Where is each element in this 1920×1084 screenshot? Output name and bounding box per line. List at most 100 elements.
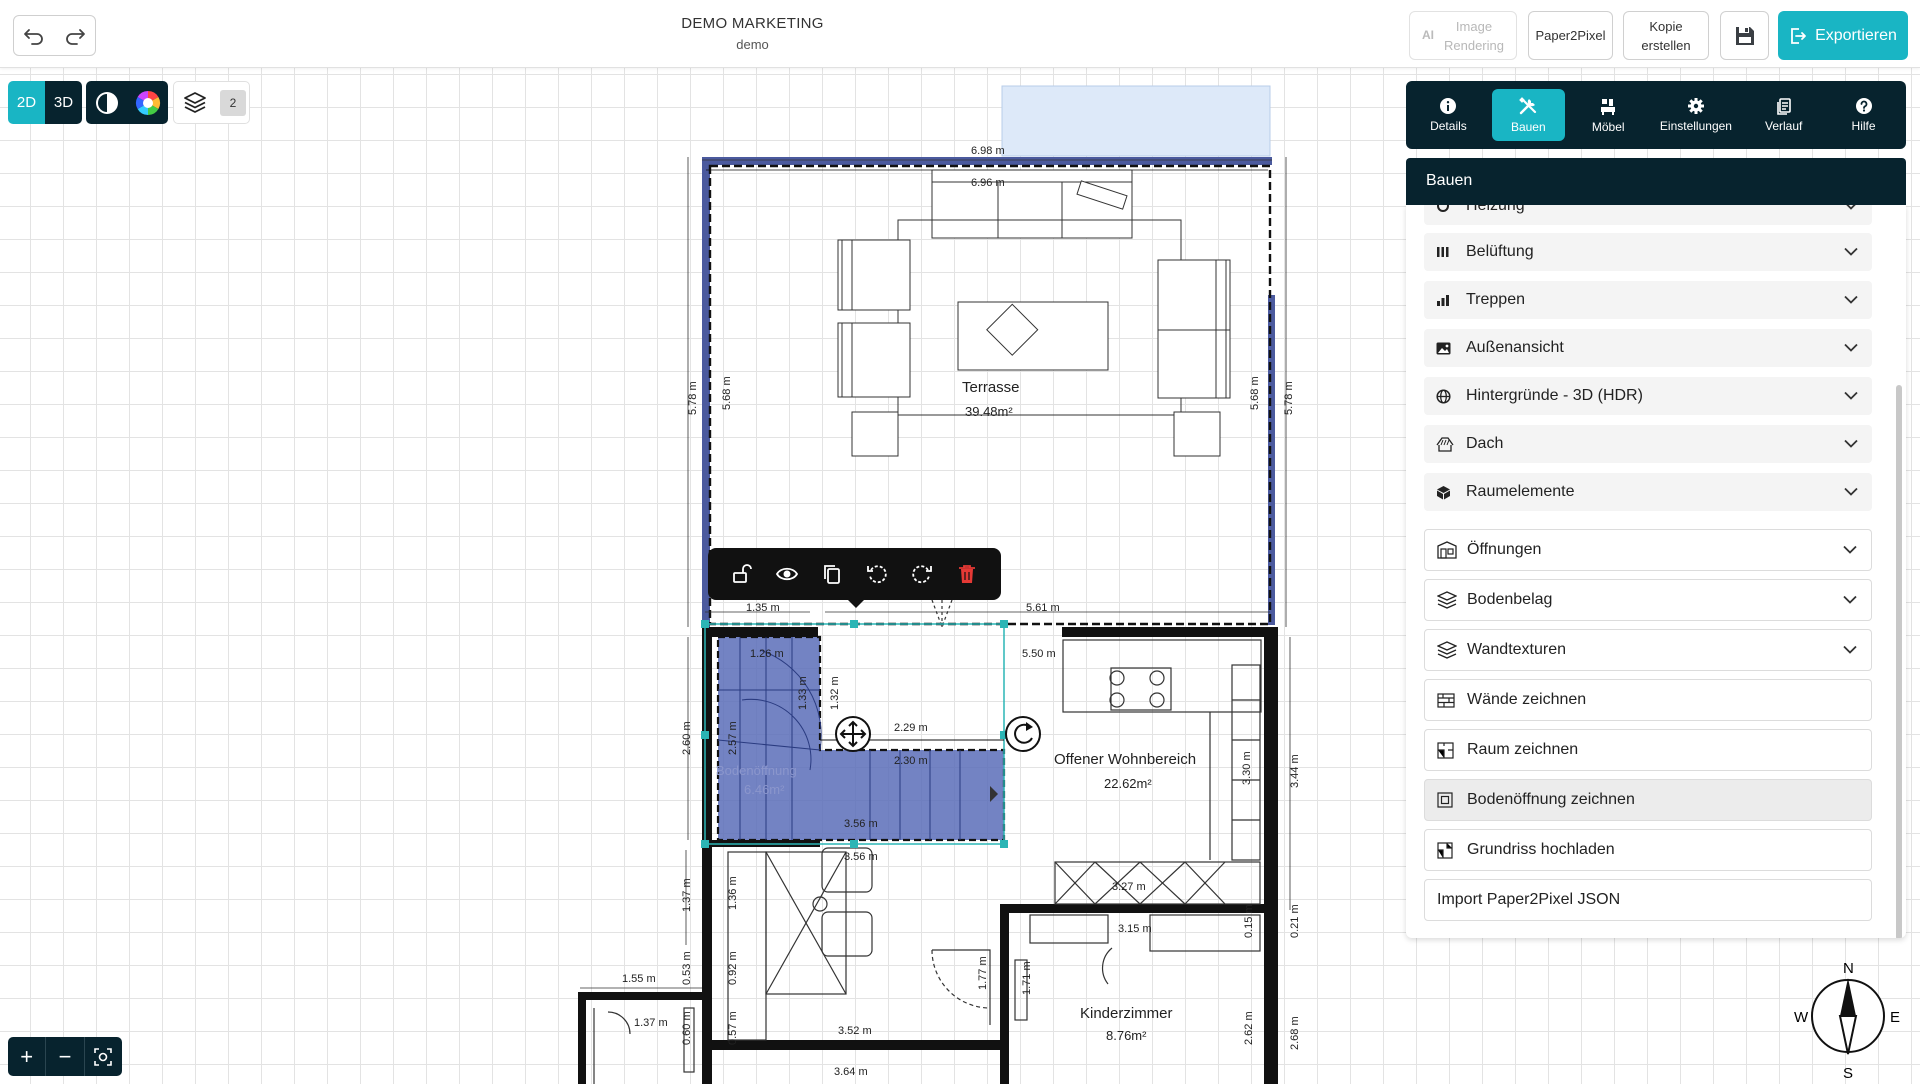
- rotate-left-button[interactable]: [862, 559, 892, 589]
- panel-item-oeffnungen[interactable]: Öffnungen: [1424, 529, 1872, 571]
- top-bar: DEMO MARKETING demo AI Image Rendering Pa…: [0, 0, 1920, 68]
- panel-item-raumelemente[interactable]: Raumelemente: [1424, 473, 1872, 511]
- dim-3-52: 3.52 m: [838, 1025, 872, 1037]
- layers-icon: [184, 91, 206, 113]
- rotate-right-icon: [912, 565, 932, 584]
- ai-badge: AI: [1422, 28, 1434, 42]
- undo-button[interactable]: [14, 16, 55, 55]
- image-rendering-button[interactable]: AI Image Rendering: [1409, 11, 1517, 60]
- panel-item-label: Hintergründe - 3D (HDR): [1466, 387, 1643, 404]
- appearance-toolbar: [86, 81, 168, 124]
- duplicate-button[interactable]: [817, 559, 847, 589]
- image-rendering-line1: Image: [1455, 18, 1493, 34]
- compass-s: S: [1843, 1065, 1853, 1082]
- terrace-wall-top[interactable]: [702, 157, 1272, 165]
- room-area-wohnbereich: 22.62m²: [1104, 776, 1152, 791]
- mode-2d-button[interactable]: 2D: [8, 81, 45, 124]
- dim-5-78-right: 5.78 m: [1283, 381, 1295, 415]
- gear-icon: [1687, 98, 1704, 114]
- zoom-out-button[interactable]: −: [46, 1037, 85, 1076]
- dim-0-60: 0.60 m: [681, 1011, 693, 1045]
- panel-item-import-paper2pixel[interactable]: Import Paper2Pixel JSON: [1424, 879, 1872, 921]
- panel-item-belueftung[interactable]: Belüftung: [1424, 233, 1872, 271]
- exterior-area: [1001, 85, 1271, 157]
- dim-6-96: 6.96 m: [971, 177, 1005, 189]
- zoom-in-button[interactable]: +: [8, 1037, 47, 1076]
- delete-button[interactable]: [952, 559, 982, 589]
- dim-3-27: 3.27 m: [1112, 881, 1146, 893]
- dim-3-56-b: 3.56 m: [844, 851, 878, 863]
- panel-item-label: Dach: [1466, 435, 1504, 452]
- export-icon: [1791, 27, 1806, 44]
- panel-item-bodenoeffnung-zeichnen[interactable]: Bodenöffnung zeichnen: [1424, 779, 1872, 821]
- floor-opening-icon: [1437, 792, 1453, 808]
- export-button[interactable]: Exportieren: [1778, 11, 1908, 60]
- rotate-right-button[interactable]: [907, 559, 937, 589]
- panel-item-heizung[interactable]: Heizung: [1424, 205, 1872, 225]
- dim-5-68-right: 5.68 m: [1249, 376, 1261, 410]
- globe-icon: [1436, 388, 1451, 404]
- panel-item-label: Wandtexturen: [1467, 641, 1567, 658]
- dim-5-78-left: 5.78 m: [687, 381, 699, 415]
- contrast-button[interactable]: [86, 81, 127, 124]
- panel-title: Bauen: [1406, 158, 1906, 205]
- chevron-down-icon: [1844, 247, 1858, 256]
- room-label-terrasse: Terrasse: [962, 379, 1020, 396]
- panel-item-waende-zeichnen[interactable]: Wände zeichnen: [1424, 679, 1872, 721]
- panel-item-label: Import Paper2Pixel JSON: [1437, 891, 1621, 908]
- room-area-kinderzimmer: 8.76m²: [1106, 1028, 1147, 1043]
- panel-scrollbar[interactable]: [1896, 385, 1902, 938]
- copy-create-button[interactable]: Kopie erstellen: [1623, 11, 1709, 60]
- unlock-button[interactable]: [727, 559, 757, 589]
- copy-line1: Kopie: [1649, 18, 1683, 34]
- fit-view-button[interactable]: [85, 1037, 122, 1076]
- dim-0-15: 0.15 m: [1243, 904, 1255, 938]
- dim-2-30: 2.30 m: [894, 755, 928, 767]
- tab-verlauf[interactable]: Verlauf: [1747, 89, 1820, 141]
- move-handle-icon[interactable]: [835, 716, 871, 752]
- layers-control[interactable]: 2: [173, 81, 250, 124]
- dim-3-44: 3.44 m: [1289, 754, 1301, 788]
- tab-details[interactable]: Details: [1412, 89, 1485, 141]
- dim-3-30: 3.30 m: [1241, 751, 1253, 785]
- panel-item-grundriss-hochladen[interactable]: Grundriss hochladen: [1424, 829, 1872, 871]
- tab-bauen[interactable]: Bauen: [1491, 89, 1565, 141]
- mode-3d-button[interactable]: 3D: [45, 81, 82, 124]
- project-title: DEMO MARKETING: [681, 15, 824, 32]
- terrace-furniture[interactable]: [837, 169, 1231, 457]
- dim-1-36: 1.36 m: [727, 876, 739, 910]
- tab-einstellungen[interactable]: Einstellungen: [1652, 89, 1741, 141]
- chevron-down-icon: [1843, 595, 1857, 604]
- rotate-handle-icon[interactable]: [1005, 716, 1041, 752]
- panel-item-dach[interactable]: Dach: [1424, 425, 1872, 463]
- save-icon: [1735, 26, 1754, 45]
- panel-item-raum-zeichnen[interactable]: Raum zeichnen: [1424, 729, 1872, 771]
- dim-0-57: 0.57 m: [727, 1011, 739, 1045]
- panel-item-bodenbelag[interactable]: Bodenbelag: [1424, 579, 1872, 621]
- copy-line2: erstellen: [1641, 37, 1691, 53]
- paper2pixel-button[interactable]: Paper2Pixel: [1528, 11, 1613, 60]
- panel-item-wandtexturen[interactable]: Wandtexturen: [1424, 629, 1872, 671]
- undo-redo-group: [13, 15, 96, 56]
- visibility-button[interactable]: [772, 559, 802, 589]
- tab-moebel[interactable]: Möbel: [1572, 89, 1645, 141]
- project-subtitle: demo: [736, 37, 769, 52]
- stairs-icon: [1437, 295, 1449, 306]
- dim-2-62: 2.62 m: [1243, 1011, 1255, 1045]
- room-label-wohnbereich: Offener Wohnbereich: [1054, 751, 1196, 768]
- panel-item-label: Belüftung: [1466, 243, 1534, 260]
- save-button[interactable]: [1720, 11, 1769, 60]
- color-palette-button[interactable]: [127, 81, 168, 124]
- compass-n: N: [1843, 960, 1854, 977]
- compass-e: E: [1890, 1009, 1900, 1026]
- chevron-down-icon: [1846, 205, 1856, 210]
- panel-item-aussenansicht[interactable]: Außenansicht: [1424, 329, 1872, 367]
- redo-button[interactable]: [55, 16, 96, 55]
- layer-count-badge: 2: [220, 89, 246, 116]
- tab-hilfe[interactable]: Hilfe: [1827, 89, 1900, 141]
- panel-item-treppen[interactable]: Treppen: [1424, 281, 1872, 319]
- image-rendering-line2: Rendering: [1444, 37, 1504, 53]
- panel-item-label: Heizung: [1466, 205, 1525, 214]
- panel-item-label: Bodenbelag: [1467, 591, 1553, 608]
- panel-item-hintergruende[interactable]: Hintergründe - 3D (HDR): [1424, 377, 1872, 415]
